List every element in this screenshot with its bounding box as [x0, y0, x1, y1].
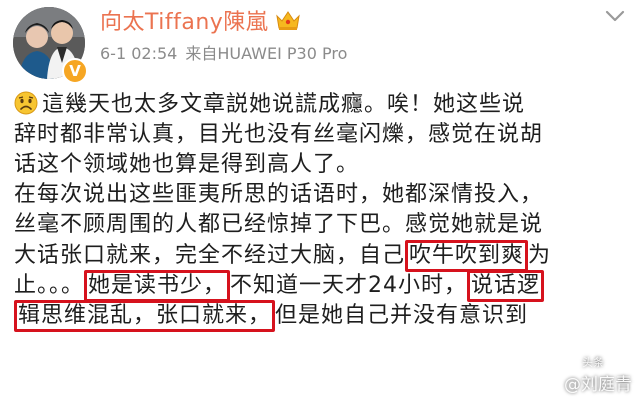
- post-line-text: 辞时都非常认真，目光也没有丝毫闪爍，感觉在说胡: [14, 122, 544, 147]
- username-link[interactable]: 向太Tiffany陳嵐: [100, 4, 268, 36]
- post-line-text: 为: [528, 243, 552, 268]
- post-line: 這幾天也太多文章説她说謊成癮。唉！她这些说: [14, 90, 634, 120]
- post-line: 在每次说出这些匪夷所思的话语时，她都深情投入，: [14, 180, 634, 210]
- highlighted-phrase: 吹牛吹到爽: [405, 240, 529, 272]
- post-line: 辑思维混乱，张口就来， 但是她自己并没有意识到: [14, 300, 634, 332]
- post-line-text: 這幾天也太多文章説她说謊成癮。唉！她这些说: [42, 92, 526, 117]
- post-line: 丝毫不顾周围的人都已经惊掉了下巴。感觉她就是说: [14, 210, 634, 240]
- weibo-post: V 向太Tiffany陳嵐 6-1 02:54 来自HUAWEI P30 Pro: [0, 0, 640, 401]
- post-line: 止。。。 她是读书少， 不知道一天才24小时， 说话逻: [14, 270, 634, 302]
- chevron-down-icon[interactable]: [604, 6, 626, 26]
- highlighted-phrase: 说话逻: [467, 270, 545, 302]
- post-timestamp[interactable]: 6-1 02:54: [100, 44, 177, 63]
- post-line-text: 话这个领域她也算是得到高人了。: [14, 152, 360, 177]
- watermark-ribbon: 头条: [582, 356, 604, 369]
- post-line: 话这个领域她也算是得到高人了。: [14, 150, 634, 180]
- watermark-text: @刘庭青: [564, 375, 632, 395]
- post-line-text: 但是她自己并没有意识到: [275, 303, 529, 328]
- verified-v-icon: V: [62, 58, 88, 84]
- post-line-text: 丝毫不顾周围的人都已经惊掉了下巴。感觉她就是说: [14, 212, 544, 237]
- post-meta: 6-1 02:54 来自HUAWEI P30 Pro: [100, 40, 347, 64]
- watermark: 头条 @刘庭青: [538, 356, 632, 395]
- post-line-text: 大话张口就来，完全不经过大脑，自己: [14, 243, 406, 268]
- sad-face-emoji-icon: [14, 91, 38, 115]
- post-line-text: 在每次说出这些匪夷所思的话语时，她都深情投入，: [14, 182, 544, 207]
- highlighted-phrase: 辑思维混乱，张口就来，: [14, 300, 276, 332]
- name-row: 向太Tiffany陳嵐: [100, 4, 302, 36]
- post-line: 大话张口就来，完全不经过大脑，自己 吹牛吹到爽为: [14, 240, 634, 272]
- highlighted-phrase: 她是读书少，: [84, 270, 231, 302]
- post-line-text: 不知道一天才24小时，: [230, 273, 468, 298]
- source-prefix: 来自: [185, 44, 218, 63]
- crown-icon[interactable]: [274, 8, 302, 32]
- toutiao-logo-icon: [538, 371, 560, 394]
- post-header: V 向太Tiffany陳嵐 6-1 02:54 来自HUAWEI P30 Pro: [0, 0, 640, 84]
- source-device[interactable]: HUAWEI P30 Pro: [217, 44, 347, 63]
- post-text: 這幾天也太多文章説她说謊成癮。唉！她这些说 辞时都非常认真，目光也没有丝毫闪爍，…: [14, 90, 634, 332]
- post-line-text: 止。。。: [14, 273, 85, 298]
- post-line: 辞时都非常认真，目光也没有丝毫闪爍，感觉在说胡: [14, 120, 634, 150]
